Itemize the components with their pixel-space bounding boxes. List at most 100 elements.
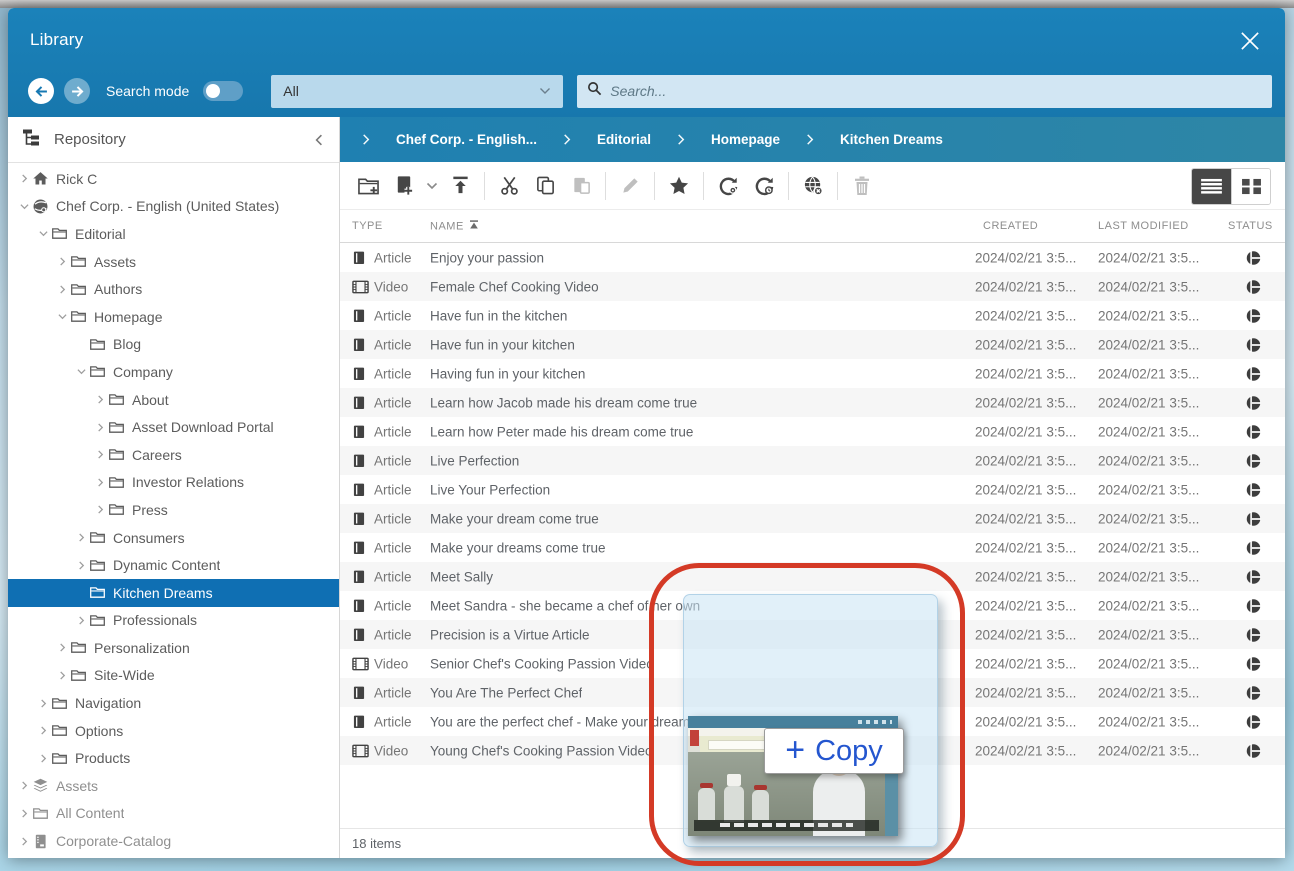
chevron-right-icon[interactable] bbox=[73, 533, 89, 542]
chevron-right-icon[interactable] bbox=[16, 837, 32, 846]
table-row[interactable]: VideoFemale Chef Cooking Video2024/02/21… bbox=[340, 272, 1285, 301]
sidebar-item-editorial[interactable]: Editorial bbox=[8, 220, 339, 248]
chevron-right-icon[interactable] bbox=[16, 781, 32, 790]
sidebar-item-professionals[interactable]: Professionals bbox=[8, 607, 339, 635]
sidebar-item-consumers[interactable]: Consumers bbox=[8, 524, 339, 552]
chevron-right-icon[interactable] bbox=[54, 285, 70, 294]
sidebar-item-press[interactable]: Press bbox=[8, 496, 339, 524]
sidebar-item-assets[interactable]: Assets bbox=[8, 772, 339, 800]
publish-icon[interactable] bbox=[710, 168, 746, 204]
grid-view-button[interactable] bbox=[1231, 169, 1270, 204]
table-row[interactable]: VideoSenior Chef's Cooking Passion Video… bbox=[340, 649, 1285, 678]
sidebar-item-site-wide[interactable]: Site-Wide bbox=[8, 662, 339, 690]
chevron-right-icon[interactable] bbox=[73, 616, 89, 625]
chevron-right-icon[interactable] bbox=[16, 809, 32, 818]
chevron-right-icon[interactable] bbox=[92, 478, 108, 487]
breadcrumb-item-chef-corp-english[interactable]: Chef Corp. - English... bbox=[396, 132, 537, 147]
search-input[interactable] bbox=[610, 83, 1262, 99]
chevron-right-icon[interactable] bbox=[92, 505, 108, 514]
sidebar-item-asset-download-portal[interactable]: Asset Download Portal bbox=[8, 413, 339, 441]
breadcrumb-item-kitchen-dreams[interactable]: Kitchen Dreams bbox=[840, 132, 943, 147]
chevron-right-icon[interactable] bbox=[54, 257, 70, 266]
table-row[interactable]: ArticleMake your dreams come true2024/02… bbox=[340, 533, 1285, 562]
dropdown-caret-icon[interactable] bbox=[422, 168, 442, 204]
copy-icon[interactable] bbox=[527, 168, 563, 204]
table-row[interactable]: ArticleMeet Sandra - she became a chef o… bbox=[340, 591, 1285, 620]
chevron-down-icon[interactable] bbox=[73, 367, 89, 376]
table-row[interactable]: ArticleLearn how Peter made his dream co… bbox=[340, 417, 1285, 446]
unpublish-icon[interactable] bbox=[795, 168, 831, 204]
sidebar-item-all-content[interactable]: All Content bbox=[8, 800, 339, 828]
sidebar-item-kitchen-dreams[interactable]: Kitchen Dreams bbox=[8, 579, 339, 607]
chevron-right-icon[interactable] bbox=[73, 561, 89, 570]
table-row[interactable]: ArticleYou Are The Perfect Chef2024/02/2… bbox=[340, 678, 1285, 707]
table-row[interactable]: ArticleMake your dream come true2024/02/… bbox=[340, 504, 1285, 533]
breadcrumb-item-editorial[interactable]: Editorial bbox=[597, 132, 651, 147]
table-row[interactable]: ArticleYou are the perfect chef - Make y… bbox=[340, 707, 1285, 736]
table-row[interactable]: ArticleLive Perfection2024/02/21 3:5...2… bbox=[340, 446, 1285, 475]
column-header-last-modified[interactable]: LAST MODIFIED bbox=[1098, 220, 1189, 232]
column-header-created[interactable]: CREATED bbox=[983, 220, 1038, 232]
sidebar-item-rick-c[interactable]: Rick C bbox=[8, 165, 339, 193]
table-row[interactable]: ArticlePrecision is a Virtue Article2024… bbox=[340, 620, 1285, 649]
chevron-right-icon[interactable] bbox=[92, 450, 108, 459]
chevron-down-icon[interactable] bbox=[35, 229, 51, 238]
search-mode-toggle[interactable] bbox=[203, 81, 243, 101]
sidebar-item-personalization[interactable]: Personalization bbox=[8, 634, 339, 662]
chevron-down-icon[interactable] bbox=[16, 202, 32, 211]
column-header-type[interactable]: TYPE bbox=[352, 220, 383, 232]
sidebar-item-blog[interactable]: Blog bbox=[8, 331, 339, 359]
back-button[interactable] bbox=[28, 78, 54, 104]
favorite-icon[interactable] bbox=[661, 168, 697, 204]
forward-button[interactable] bbox=[64, 78, 90, 104]
sidebar-item-investor-relations[interactable]: Investor Relations bbox=[8, 469, 339, 497]
column-header-status[interactable]: STATUS bbox=[1228, 220, 1273, 232]
table-row[interactable]: ArticleHaving fun in your kitchen2024/02… bbox=[340, 359, 1285, 388]
new-content-icon[interactable] bbox=[386, 168, 422, 204]
sidebar-item-dynamic-content[interactable]: Dynamic Content bbox=[8, 551, 339, 579]
chevron-right-icon[interactable] bbox=[73, 588, 89, 597]
sidebar-item-corporate-catalog[interactable]: Corporate-Catalog bbox=[8, 827, 339, 855]
chevron-right-icon[interactable] bbox=[35, 754, 51, 763]
chevron-right-icon[interactable] bbox=[54, 671, 70, 680]
column-header-name[interactable]: NAME bbox=[430, 220, 479, 233]
publish-schedule-icon[interactable] bbox=[746, 168, 782, 204]
chevron-right-icon[interactable] bbox=[35, 699, 51, 708]
chevron-right-icon[interactable] bbox=[54, 643, 70, 652]
collapse-sidebar-icon[interactable] bbox=[313, 134, 325, 146]
list-view-button[interactable] bbox=[1192, 169, 1231, 204]
sidebar-item-about[interactable]: About bbox=[8, 386, 339, 414]
sidebar-item-navigation[interactable]: Navigation bbox=[8, 689, 339, 717]
table-row[interactable]: ArticleLive Your Perfection2024/02/21 3:… bbox=[340, 475, 1285, 504]
sidebar-item-chef-corp-english-united-states[interactable]: Chef Corp. - English (United States) bbox=[8, 193, 339, 221]
sidebar-item-careers[interactable]: Careers bbox=[8, 441, 339, 469]
sidebar-item-assets[interactable]: Assets bbox=[8, 248, 339, 276]
close-icon[interactable] bbox=[1235, 26, 1265, 56]
created-cell: 2024/02/21 3:5... bbox=[975, 511, 1076, 526]
sidebar-item-company[interactable]: Company bbox=[8, 358, 339, 386]
table-row[interactable]: VideoYoung Chef's Cooking Passion Video2… bbox=[340, 736, 1285, 765]
sidebar-item-homepage[interactable]: Homepage bbox=[8, 303, 339, 331]
search-icon bbox=[587, 81, 602, 101]
chevron-right-icon[interactable] bbox=[73, 340, 89, 349]
chevron-right-icon[interactable] bbox=[92, 423, 108, 432]
sidebar-item-authors[interactable]: Authors bbox=[8, 275, 339, 303]
upload-icon[interactable] bbox=[442, 168, 478, 204]
video-icon bbox=[352, 656, 369, 671]
table-row[interactable]: ArticleEnjoy your passion2024/02/21 3:5.… bbox=[340, 243, 1285, 272]
chevron-right-icon[interactable] bbox=[35, 726, 51, 735]
chevron-right-icon[interactable] bbox=[16, 174, 32, 183]
modified-cell: 2024/02/21 3:5... bbox=[1098, 685, 1199, 700]
sidebar-item-products[interactable]: Products bbox=[8, 744, 339, 772]
table-row[interactable]: ArticleMeet Sally2024/02/21 3:5...2024/0… bbox=[340, 562, 1285, 591]
breadcrumb-item-homepage[interactable]: Homepage bbox=[711, 132, 780, 147]
chevron-right-icon[interactable] bbox=[92, 395, 108, 404]
filter-dropdown[interactable]: All bbox=[271, 75, 563, 108]
cut-icon[interactable] bbox=[491, 168, 527, 204]
table-row[interactable]: ArticleHave fun in your kitchen2024/02/2… bbox=[340, 330, 1285, 359]
table-row[interactable]: ArticleHave fun in the kitchen2024/02/21… bbox=[340, 301, 1285, 330]
sidebar-item-options[interactable]: Options bbox=[8, 717, 339, 745]
table-row[interactable]: ArticleLearn how Jacob made his dream co… bbox=[340, 388, 1285, 417]
chevron-down-icon[interactable] bbox=[54, 312, 70, 321]
new-folder-icon[interactable] bbox=[350, 168, 386, 204]
